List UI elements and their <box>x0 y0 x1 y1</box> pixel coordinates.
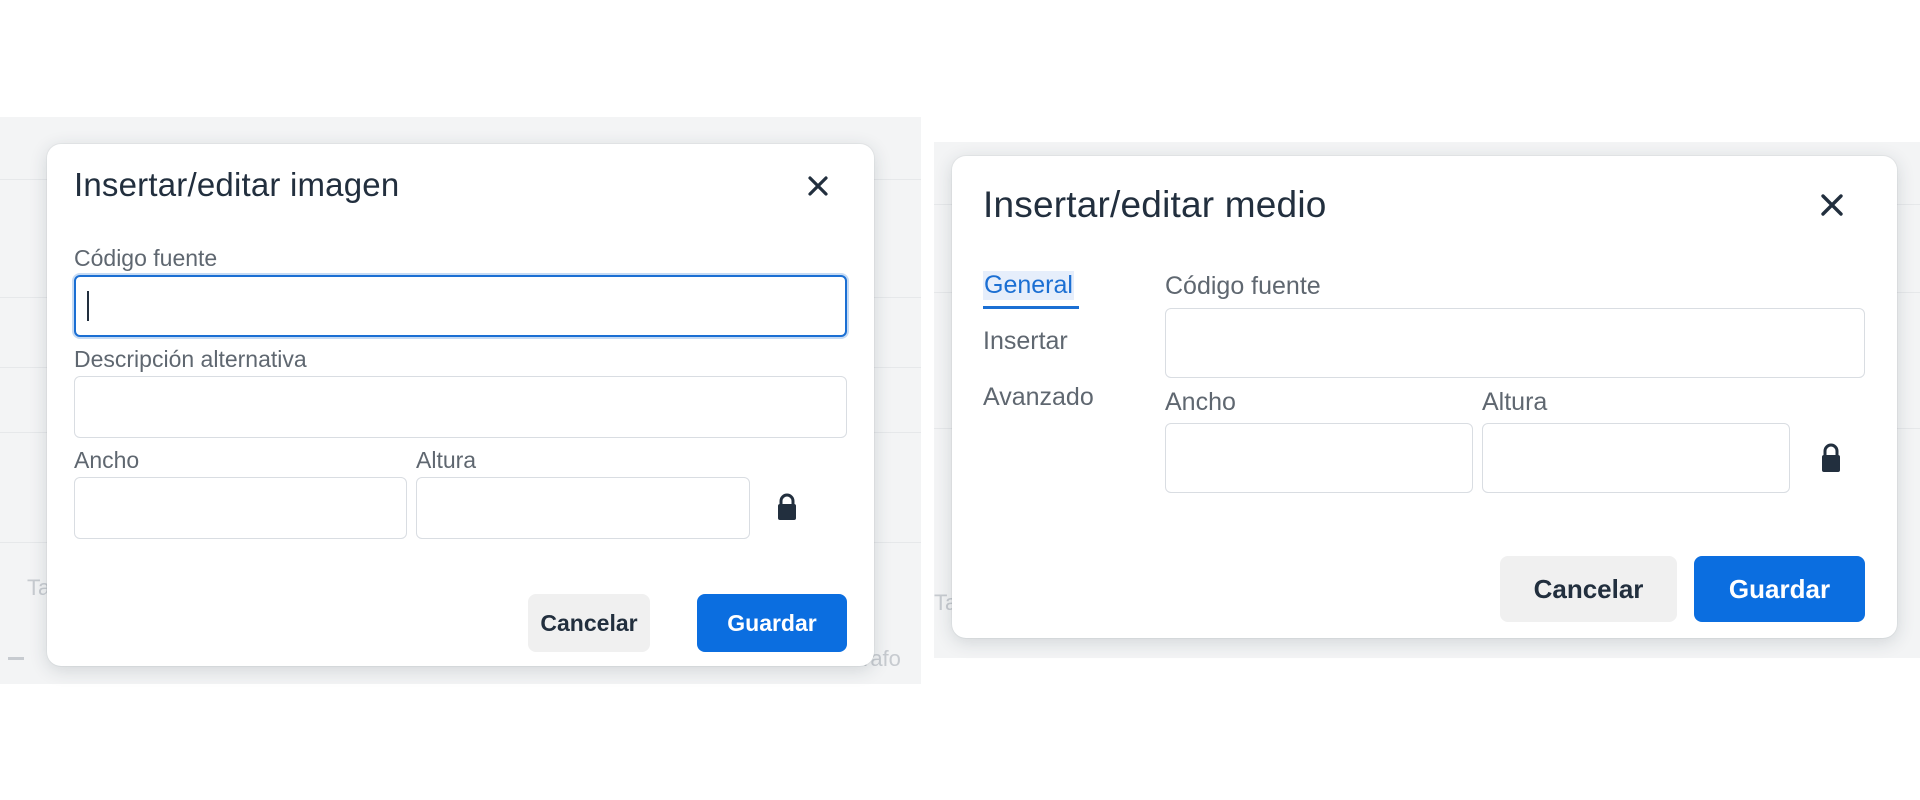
close-icon <box>1821 194 1843 216</box>
source-input[interactable] <box>74 275 847 337</box>
height-label: Altura <box>1482 388 1548 416</box>
tab-insertar[interactable]: Insertar <box>983 327 1068 356</box>
dialog-title: Insertar/editar medio <box>983 184 1327 225</box>
close-button[interactable] <box>800 168 836 204</box>
close-button[interactable] <box>1814 187 1850 223</box>
active-tab-indicator <box>983 306 1079 309</box>
constrain-proportions-button[interactable] <box>774 492 800 522</box>
dialog-title: Insertar/editar imagen <box>74 166 400 203</box>
text-caret <box>87 291 89 321</box>
lock-icon <box>1822 443 1840 472</box>
cancel-button[interactable]: Cancelar <box>1500 556 1677 622</box>
constrain-proportions-button[interactable] <box>1818 442 1844 472</box>
save-button[interactable]: Guardar <box>1694 556 1865 622</box>
insert-image-dialog: Insertar/editar imagen Código fuente Des… <box>47 144 874 666</box>
source-label: Código fuente <box>1165 272 1321 300</box>
alt-description-label: Descripción alternativa <box>74 346 307 372</box>
tab-avanzado[interactable]: Avanzado <box>983 383 1094 412</box>
tab-general[interactable]: General <box>983 271 1074 300</box>
lock-icon <box>778 493 796 520</box>
width-label: Ancho <box>1165 388 1236 416</box>
height-input[interactable] <box>416 477 750 539</box>
insert-media-dialog: Insertar/editar medio General Insertar A… <box>952 156 1897 638</box>
cancel-button[interactable]: Cancelar <box>528 594 650 652</box>
width-label: Ancho <box>74 447 140 473</box>
save-button[interactable]: Guardar <box>697 594 847 652</box>
source-label: Código fuente <box>74 245 218 271</box>
height-input[interactable] <box>1482 423 1790 493</box>
minus-icon <box>8 657 24 660</box>
height-label: Altura <box>416 447 477 473</box>
source-input[interactable] <box>1165 308 1865 378</box>
width-input[interactable] <box>1165 423 1473 493</box>
close-icon <box>808 176 828 196</box>
alt-description-input[interactable] <box>74 376 847 438</box>
width-input[interactable] <box>74 477 407 539</box>
